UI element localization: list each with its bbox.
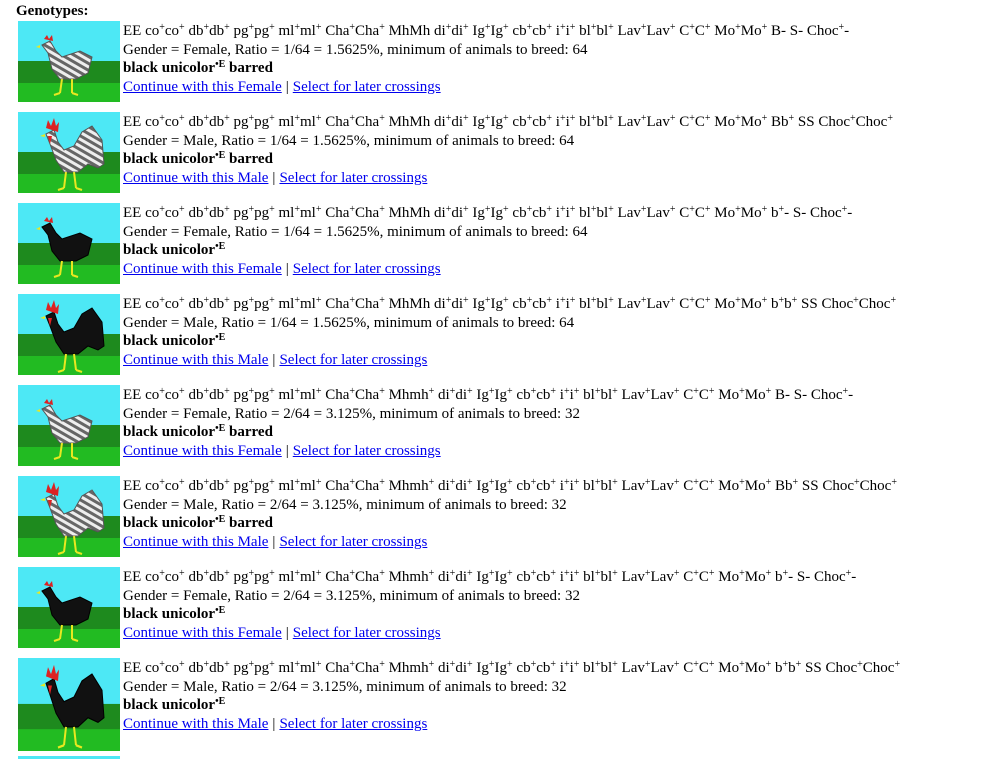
phenotype-label: black unicolor•E bbox=[123, 605, 226, 623]
continue-link[interactable]: Continue with this Male bbox=[123, 534, 268, 550]
genotype-formula: EE co+co+ db+db+ pg+pg+ ml+ml+ Cha+Cha+ … bbox=[123, 22, 850, 40]
select-later-link[interactable]: Select for later crossings bbox=[279, 534, 427, 550]
action-links: Continue with this Female | Select for lat… bbox=[123, 78, 995, 97]
hen-image bbox=[18, 385, 120, 466]
gender-ratio-text: Gender = Male, Ratio = 1/64 = 1.5625%, m… bbox=[123, 314, 575, 331]
genotype-formula: EE co+co+ db+db+ pg+pg+ ml+ml+ Cha+Cha+ … bbox=[123, 477, 897, 495]
phenotype-label: black unicolor•E barred bbox=[123, 59, 273, 77]
genotype-row: EE co+co+ db+db+ pg+pg+ ml+ml+ Cha+Cha+ … bbox=[18, 294, 1000, 375]
continue-link[interactable]: Continue with this Female bbox=[123, 443, 282, 459]
gender-ratio-text: Gender = Female, Ratio = 2/64 = 3.125%, … bbox=[123, 405, 580, 422]
action-links: Continue with this Female | Select for lat… bbox=[123, 260, 995, 279]
link-separator: | bbox=[272, 169, 276, 186]
genotype-row: EE co+co+ db+db+ pg+pg+ ml+ml+ Cha+Cha+ … bbox=[18, 112, 1000, 193]
phenotype-label: black unicolor•E barred bbox=[123, 423, 273, 441]
link-separator: | bbox=[285, 624, 289, 641]
genotype-list: EE co+co+ db+db+ pg+pg+ ml+ml+ Cha+Cha+ … bbox=[18, 21, 1000, 761]
genotype-row: EE co+co+ db+db+ pg+pg+ ml+ml+ Cha+Cha+ … bbox=[18, 476, 1000, 557]
genotype-row: EE co+co+ db+db+ pg+pg+ ml+ml+ Cha+Cha+ … bbox=[18, 203, 1000, 284]
genotype-row: EE co+co+ db+db+ pg+pg+ ml+ml+ Cha+Cha+ … bbox=[18, 567, 1000, 648]
genotype-row: EE co+co+ db+db+ pg+pg+ ml+ml+ Cha+Cha+ … bbox=[18, 21, 1000, 102]
continue-link[interactable]: Continue with this Female bbox=[123, 261, 282, 277]
genotype-formula: EE co+co+ db+db+ pg+pg+ ml+ml+ Cha+Cha+ … bbox=[123, 659, 901, 677]
phenotype-label: black unicolor•E barred bbox=[123, 150, 273, 168]
phenotype-label: black unicolor•E bbox=[123, 241, 226, 259]
select-later-link[interactable]: Select for later crossings bbox=[293, 625, 441, 641]
gender-ratio-text: Gender = Female, Ratio = 1/64 = 1.5625%,… bbox=[123, 41, 588, 58]
hen-image bbox=[18, 21, 120, 102]
gender-ratio-text: Gender = Female, Ratio = 1/64 = 1.5625%,… bbox=[123, 223, 588, 240]
continue-link[interactable]: Continue with this Female bbox=[123, 79, 282, 95]
hen-image bbox=[18, 567, 120, 648]
phenotype-label: black unicolor•E bbox=[123, 696, 226, 714]
select-later-link[interactable]: Select for later crossings bbox=[279, 716, 427, 732]
rooster-image bbox=[18, 112, 120, 193]
phenotype-label: black unicolor•E barred bbox=[123, 514, 273, 532]
continue-link[interactable]: Continue with this Male bbox=[123, 716, 268, 732]
action-links: Continue with this Male | Select for later… bbox=[123, 533, 995, 552]
action-links: Continue with this Male | Select for later… bbox=[123, 715, 995, 734]
action-links: Continue with this Female | Select for lat… bbox=[123, 624, 995, 643]
gender-ratio-text: Gender = Male, Ratio = 1/64 = 1.5625%, m… bbox=[123, 132, 575, 149]
link-separator: | bbox=[272, 533, 276, 550]
hen-image bbox=[18, 203, 120, 284]
rooster-image bbox=[18, 294, 120, 375]
select-later-link[interactable]: Select for later crossings bbox=[279, 352, 427, 368]
select-later-link[interactable]: Select for later crossings bbox=[293, 79, 441, 95]
continue-link[interactable]: Continue with this Male bbox=[123, 170, 268, 186]
genotype-formula: EE co+co+ db+db+ pg+pg+ ml+ml+ Cha+Cha+ … bbox=[123, 204, 853, 222]
continue-link[interactable]: Continue with this Female bbox=[123, 625, 282, 641]
gender-ratio-text: Gender = Male, Ratio = 2/64 = 3.125%, mi… bbox=[123, 678, 567, 695]
link-separator: | bbox=[272, 351, 276, 368]
link-separator: | bbox=[285, 78, 289, 95]
link-separator: | bbox=[285, 442, 289, 459]
link-separator: | bbox=[285, 260, 289, 277]
action-links: Continue with this Male | Select for later… bbox=[123, 351, 995, 370]
genotype-formula: EE co+co+ db+db+ pg+pg+ ml+ml+ Cha+Cha+ … bbox=[123, 113, 893, 131]
link-separator: | bbox=[272, 715, 276, 732]
gender-ratio-text: Gender = Female, Ratio = 2/64 = 3.125%, … bbox=[123, 587, 580, 604]
continue-link[interactable]: Continue with this Male bbox=[123, 352, 268, 368]
genotype-row: EE co+co+ db+db+ pg+pg+ ml+ml+ Cha+Cha+ … bbox=[18, 385, 1000, 466]
select-later-link[interactable]: Select for later crossings bbox=[279, 170, 427, 186]
action-links: Continue with this Female | Select for lat… bbox=[123, 442, 995, 461]
select-later-link[interactable]: Select for later crossings bbox=[293, 443, 441, 459]
gender-ratio-text: Gender = Male, Ratio = 2/64 = 3.125%, mi… bbox=[123, 496, 567, 513]
rooster-image bbox=[18, 658, 120, 751]
select-later-link[interactable]: Select for later crossings bbox=[293, 261, 441, 277]
phenotype-label: black unicolor•E bbox=[123, 332, 226, 350]
genotypes-heading: Genotypes: bbox=[16, 3, 89, 19]
genotype-formula: EE co+co+ db+db+ pg+pg+ ml+ml+ Cha+Cha+ … bbox=[123, 386, 854, 404]
action-links: Continue with this Male | Select for later… bbox=[123, 169, 995, 188]
genotype-row: EE co+co+ db+db+ pg+pg+ ml+ml+ Cha+Cha+ … bbox=[18, 658, 1000, 751]
genotype-formula: EE co+co+ db+db+ pg+pg+ ml+ml+ Cha+Cha+ … bbox=[123, 568, 857, 586]
rooster-image bbox=[18, 476, 120, 557]
genotype-formula: EE co+co+ db+db+ pg+pg+ ml+ml+ Cha+Cha+ … bbox=[123, 295, 897, 313]
